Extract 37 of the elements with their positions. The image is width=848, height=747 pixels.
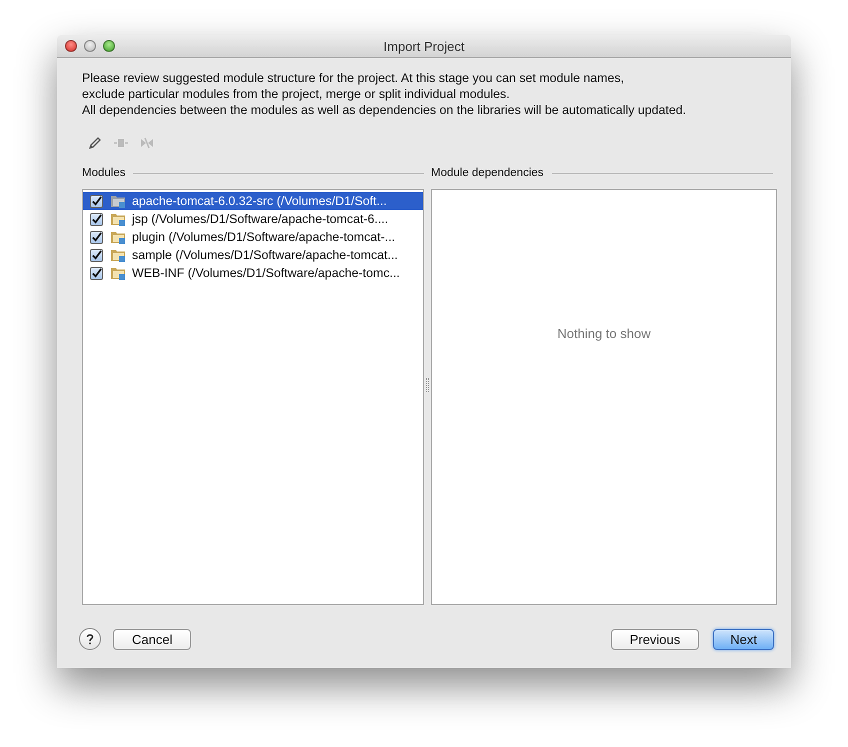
zoom-button[interactable]: [103, 40, 115, 52]
module-row[interactable]: plugin (/Volumes/D1/Software/apache-tomcat-...: [83, 228, 423, 246]
folder-icon: [110, 266, 126, 280]
push-button[interactable]: Previous: [610, 628, 700, 650]
window-title: Import Project: [384, 38, 464, 54]
module-label: jsp (/Volumes/D1/Software/apache-tomcat-6....: [132, 212, 388, 226]
empty-message: Nothing to show: [557, 326, 651, 340]
splitter-handle[interactable]: [426, 378, 429, 392]
module-label: sample (/Volumes/D1/Software/apache-tomcat...: [132, 248, 398, 262]
help-icon: [85, 633, 95, 645]
description-text: exclude particular modules from the project, merge or split individual modules.: [82, 86, 511, 102]
section-label: Module dependencies: [431, 167, 544, 179]
minimize-button[interactable]: [84, 40, 96, 52]
folder-icon: [110, 230, 126, 244]
module-row[interactable]: sample (/Volumes/D1/Software/apache-tomcat...: [83, 246, 423, 264]
module-row[interactable]: apache-tomcat-6.0.32-src (/Volumes/D1/Soft...: [83, 192, 423, 210]
folder-icon: [110, 194, 126, 208]
section-label: Modules: [82, 167, 126, 179]
checkbox[interactable]: [90, 230, 103, 244]
push-button[interactable]: Cancel: [113, 628, 192, 650]
folder-icon: [110, 248, 126, 262]
checkbox[interactable]: [90, 194, 103, 208]
default-button[interactable]: Next: [713, 628, 774, 650]
module-label: WEB-INF (/Volumes/D1/Software/apache-tomc...: [132, 266, 400, 280]
module-row[interactable]: WEB-INF (/Volumes/D1/Software/apache-tomc...: [83, 264, 423, 282]
pencil-icon[interactable]: [87, 135, 103, 151]
description-text: Please review suggested module structure for the project. At this stage you can set module names,: [82, 70, 626, 86]
checkbox[interactable]: [90, 212, 103, 226]
help-button[interactable]: [79, 628, 101, 650]
checkbox[interactable]: [90, 248, 103, 262]
close-button[interactable]: [65, 40, 77, 52]
module-row[interactable]: jsp (/Volumes/D1/Software/apache-tomcat-6....: [83, 210, 423, 228]
checkbox[interactable]: [90, 266, 103, 280]
module-label: plugin (/Volumes/D1/Software/apache-tomcat-...: [132, 230, 396, 244]
description-text: All dependencies between the modules as well as dependencies on the libraries will be automatically updated.: [82, 102, 688, 118]
folder-icon: [110, 212, 126, 226]
module-label: apache-tomcat-6.0.32-src (/Volumes/D1/Soft...: [132, 194, 387, 208]
